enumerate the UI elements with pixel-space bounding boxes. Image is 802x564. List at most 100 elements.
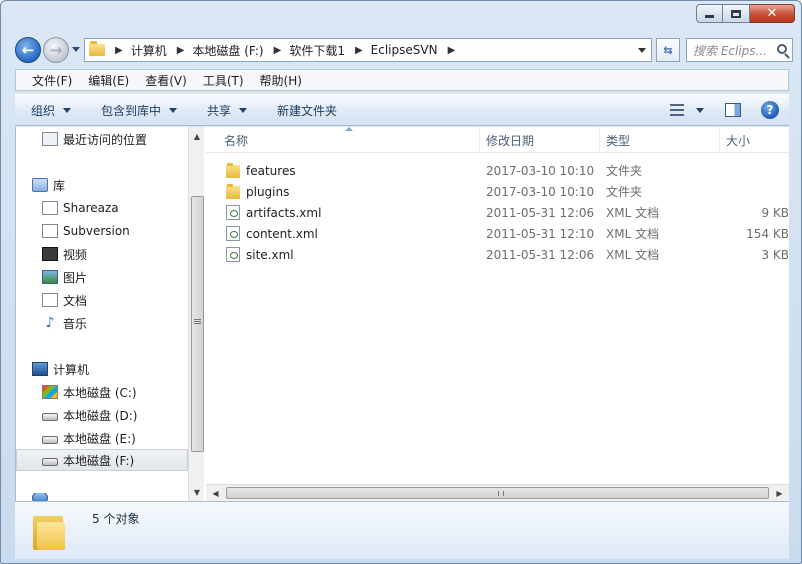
sidebar-item-network[interactable] <box>32 493 202 501</box>
sidebar-item-computer[interactable]: 计算机 <box>32 358 202 380</box>
refresh-button[interactable]: ⇆ <box>656 38 680 62</box>
column-header-name[interactable]: 名称 <box>206 127 480 153</box>
menu-tools[interactable]: 工具(T) <box>203 72 244 89</box>
close-button[interactable]: ✕ <box>750 4 795 23</box>
file-modified: 2017-03-10 10:10 <box>486 184 595 199</box>
sidebar-item-documents[interactable]: 文档 <box>42 289 204 311</box>
menu-file[interactable]: 文件(F) <box>32 72 72 89</box>
menu-help[interactable]: 帮助(H) <box>260 72 302 89</box>
chevron-right-icon[interactable]: ▶ <box>115 45 123 56</box>
scroll-left-arrow[interactable]: ◀ <box>207 485 224 501</box>
menu-bar: 文件(F) 编辑(E) 查看(V) 工具(T) 帮助(H) <box>15 69 789 91</box>
file-type: XML 文档 <box>606 227 660 241</box>
document-icon <box>42 293 58 307</box>
sidebar-item-label: 本地磁盘 (E:) <box>63 431 136 446</box>
sidebar-item-drive-d[interactable]: 本地磁盘 (D:) <box>42 404 204 426</box>
sidebar-item-label: 最近访问的位置 <box>63 132 148 147</box>
menu-view[interactable]: 查看(V) <box>145 72 187 89</box>
file-row-content-xml[interactable]: content.xml 2011-05-31 12:10 XML 文档 154 … <box>206 223 789 244</box>
sidebar-item-label: 本地磁盘 (F:) <box>63 453 135 468</box>
sidebar-item-label: 本地磁盘 (C:) <box>63 385 137 400</box>
help-icon[interactable]: ? <box>761 101 779 119</box>
recent-pages-dropdown[interactable] <box>72 47 80 52</box>
sidebar-scroll-thumb[interactable] <box>191 196 204 452</box>
file-name: artifacts.xml <box>246 205 322 220</box>
scroll-right-arrow[interactable]: ▶ <box>771 485 788 501</box>
chevron-right-icon[interactable]: ▶ <box>448 45 456 56</box>
breadcrumb-downloads[interactable]: 软件下载1 <box>289 42 345 59</box>
recent-places-icon <box>42 132 58 146</box>
breadcrumb-computer[interactable]: 计算机 <box>131 42 167 59</box>
xml-file-icon <box>226 205 240 220</box>
search-placeholder: 搜索 Eclips... <box>693 43 767 58</box>
include-in-library-button[interactable]: 包含到库中 <box>101 102 178 119</box>
change-view-icon[interactable] <box>670 104 684 116</box>
column-header-size[interactable]: 大小 <box>720 127 792 153</box>
file-modified: 2011-05-31 12:10 <box>486 226 595 241</box>
file-row-artifacts-xml[interactable]: artifacts.xml 2011-05-31 12:06 XML 文档 9 … <box>206 202 789 223</box>
file-type: XML 文档 <box>606 248 660 262</box>
chevron-down-icon <box>63 107 72 113</box>
sidebar-item-videos[interactable]: 视频 <box>42 243 204 265</box>
file-row-plugins[interactable]: plugins 2017-03-10 10:10 文件夹 <box>206 181 789 202</box>
folder-front-shape <box>37 522 65 550</box>
breadcrumb-eclipsesvn[interactable]: EclipseSVN <box>371 43 438 57</box>
sidebar-scrollbar[interactable]: ▲ ▼ <box>188 127 204 501</box>
file-modified: 2017-03-10 10:10 <box>486 163 595 178</box>
sidebar-item-recent[interactable]: 最近访问的位置 <box>42 128 204 150</box>
sidebar-item-pictures[interactable]: 图片 <box>42 266 204 288</box>
picture-icon <box>42 270 58 284</box>
file-type: XML 文档 <box>606 206 660 220</box>
view-options-dropdown[interactable] <box>696 108 704 113</box>
sidebar-item-music[interactable]: ♪ 音乐 <box>42 312 204 334</box>
address-history-dropdown[interactable] <box>638 48 646 53</box>
network-icon <box>32 493 48 501</box>
file-modified: 2011-05-31 12:06 <box>486 247 595 262</box>
chevron-right-icon[interactable]: ▶ <box>274 45 282 56</box>
share-button[interactable]: 共享 <box>207 102 248 119</box>
forward-button[interactable]: → <box>43 37 69 63</box>
maximize-button[interactable] <box>723 4 750 23</box>
share-label: 共享 <box>207 103 232 118</box>
file-row-features[interactable]: features 2017-03-10 10:10 文件夹 <box>206 160 789 181</box>
folder-icon <box>226 162 240 178</box>
system-drive-icon <box>42 385 58 399</box>
sidebar-item-drive-c[interactable]: 本地磁盘 (C:) <box>42 381 204 403</box>
sidebar-item-libraries[interactable]: 库 <box>32 174 202 196</box>
search-input[interactable]: 搜索 Eclips... <box>686 38 793 62</box>
address-bar[interactable]: ▶ 计算机 ▶ 本地磁盘 (F:) ▶ 软件下载1 ▶ EclipseSVN ▶ <box>84 38 652 62</box>
item-count-text: 5 个对象 <box>92 512 140 526</box>
search-icon[interactable] <box>777 44 787 54</box>
horizontal-scrollbar[interactable]: ◀ ▶ <box>206 484 789 501</box>
caption-buttons: ✕ <box>696 4 795 23</box>
file-name: plugins <box>246 184 290 199</box>
sidebar-item-drive-f[interactable]: 本地磁盘 (F:) <box>16 449 188 471</box>
hard-drive-icon <box>42 458 58 466</box>
sidebar-item-drive-e[interactable]: 本地磁盘 (E:) <box>42 427 204 449</box>
back-button[interactable]: ← <box>15 37 41 63</box>
folder-icon <box>89 41 105 56</box>
organize-button[interactable]: 组织 <box>31 102 72 119</box>
scroll-up-arrow[interactable]: ▲ <box>189 128 204 144</box>
file-row-site-xml[interactable]: site.xml 2011-05-31 12:06 XML 文档 3 KB <box>206 244 789 265</box>
chevron-right-icon[interactable]: ▶ <box>177 45 185 56</box>
preview-pane-icon[interactable] <box>725 103 741 117</box>
sidebar-item-shareaza[interactable]: Shareaza <box>42 197 204 219</box>
sidebar-item-label: 文档 <box>63 293 88 308</box>
folder-icon <box>226 183 240 199</box>
column-header-type[interactable]: 类型 <box>600 127 720 153</box>
chevron-right-icon[interactable]: ▶ <box>355 45 363 56</box>
new-folder-button[interactable]: 新建文件夹 <box>277 102 337 119</box>
hard-drive-icon <box>42 436 58 444</box>
file-size <box>709 160 789 181</box>
xml-file-icon <box>226 226 240 241</box>
computer-icon <box>32 362 48 376</box>
horizontal-scroll-thumb[interactable] <box>226 487 769 499</box>
column-headers: 名称 修改日期 类型 大小 <box>206 127 789 153</box>
scroll-down-arrow[interactable]: ▼ <box>189 484 204 500</box>
minimize-button[interactable] <box>696 4 723 23</box>
sidebar-item-subversion[interactable]: Subversion <box>42 220 204 242</box>
menu-edit[interactable]: 编辑(E) <box>88 72 129 89</box>
column-header-modified[interactable]: 修改日期 <box>480 127 600 153</box>
breadcrumb-drive-f[interactable]: 本地磁盘 (F:) <box>192 42 263 59</box>
